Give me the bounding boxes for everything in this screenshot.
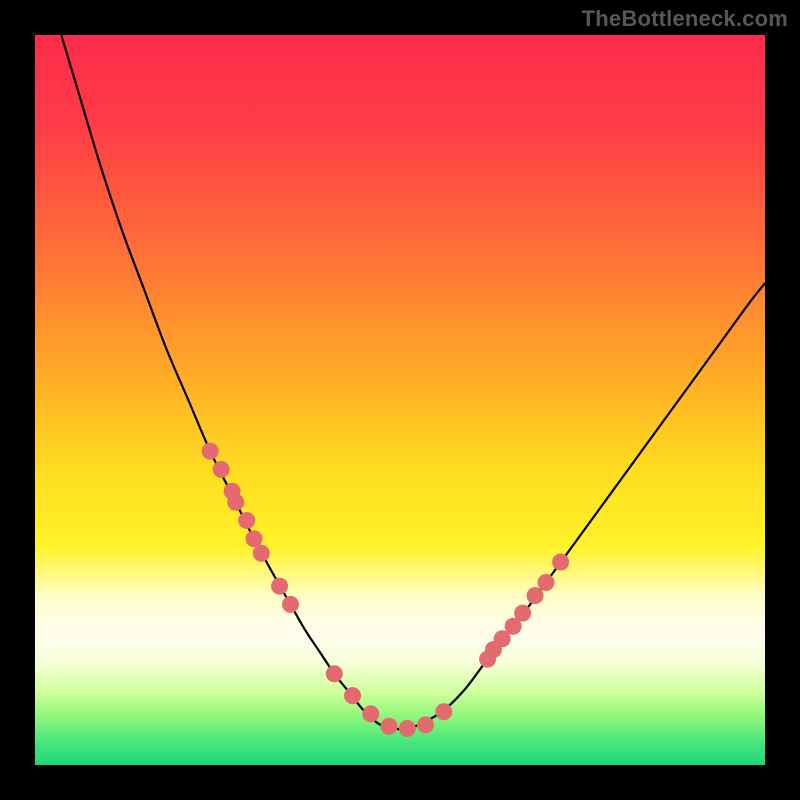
data-point: [253, 545, 270, 562]
data-point: [326, 665, 343, 682]
data-point: [282, 596, 299, 613]
data-point: [246, 530, 263, 547]
data-point: [514, 605, 531, 622]
data-point: [362, 705, 379, 722]
data-point: [527, 587, 544, 604]
data-point: [399, 720, 416, 737]
data-point: [213, 461, 230, 478]
data-point: [227, 494, 244, 511]
data-point: [344, 687, 361, 704]
chart-svg: [35, 35, 765, 765]
data-point: [202, 443, 219, 460]
data-point: [238, 512, 255, 529]
outer-frame: TheBottleneck.com: [0, 0, 800, 800]
plot-area: [35, 35, 765, 765]
data-point: [417, 716, 434, 733]
watermark-text: TheBottleneck.com: [582, 6, 788, 32]
data-point: [552, 554, 569, 571]
highlighted-points: [202, 443, 569, 737]
data-point: [538, 574, 555, 591]
data-point: [381, 718, 398, 735]
data-point: [435, 703, 452, 720]
bottleneck-curve: [57, 35, 765, 729]
data-point: [271, 578, 288, 595]
